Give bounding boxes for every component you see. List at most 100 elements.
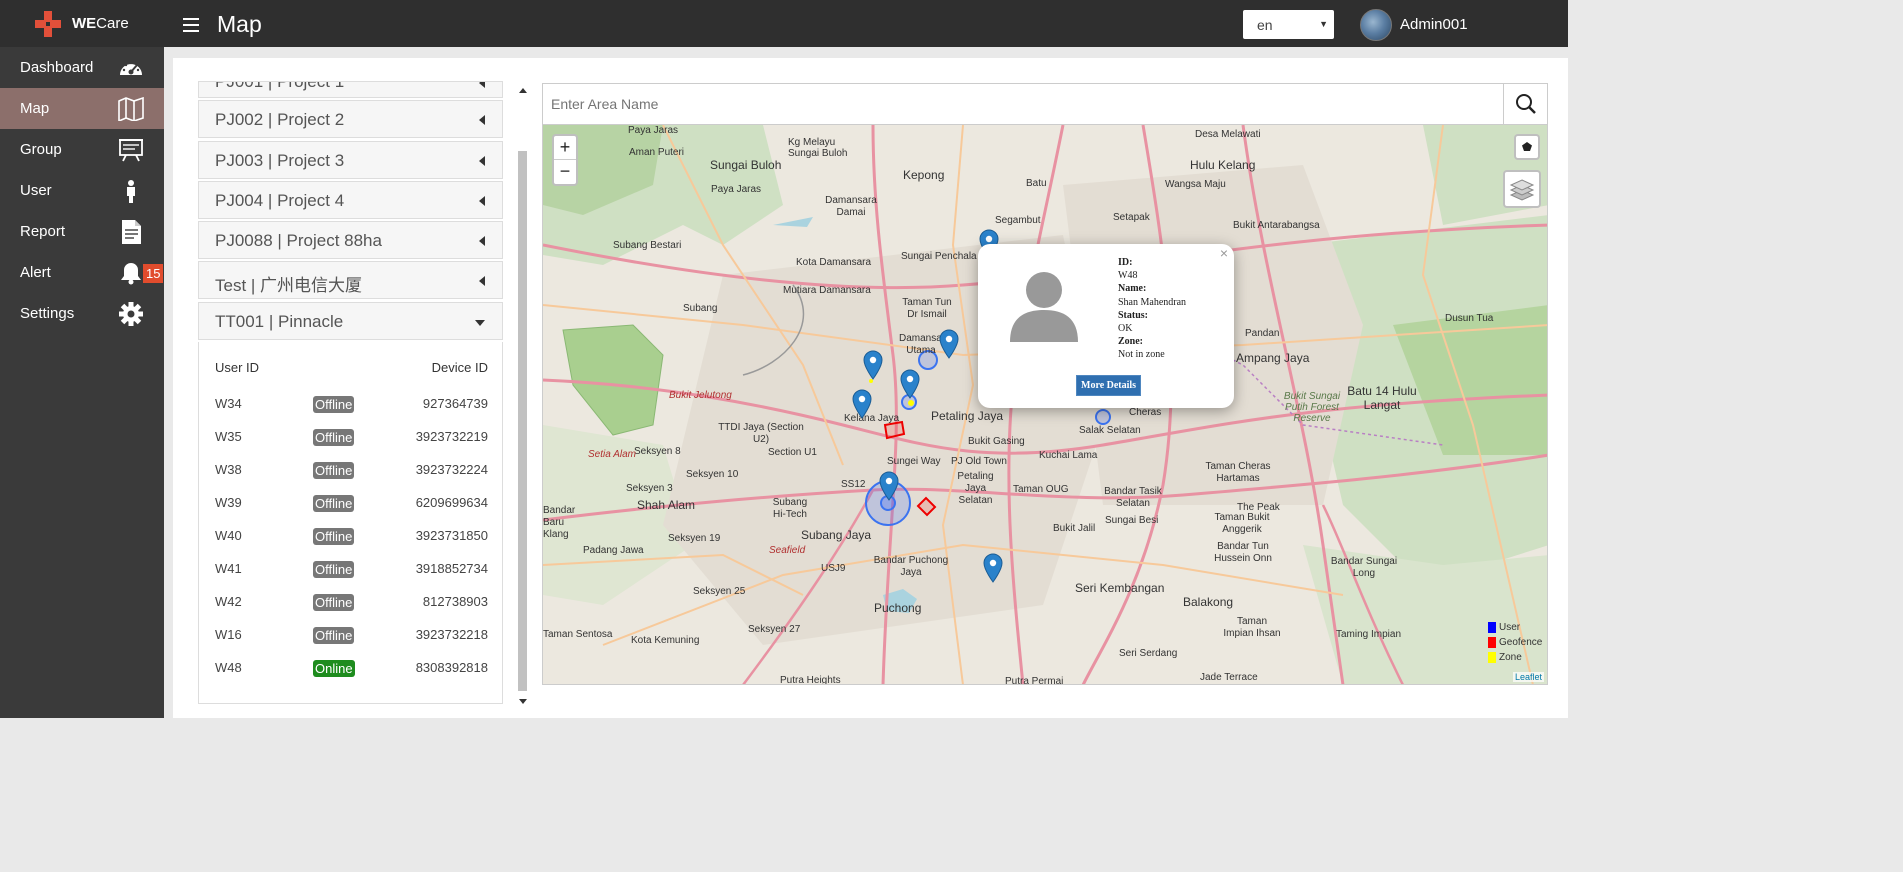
map-label: Seksyen 10 xyxy=(686,469,739,480)
table-row[interactable]: W35 Offline 3923732219 xyxy=(215,424,488,457)
legend-swatch xyxy=(1488,622,1496,633)
status-badge: Offline xyxy=(313,396,355,414)
user-marker-pin-icon[interactable] xyxy=(863,350,883,380)
scrollbar-thumb[interactable] xyxy=(518,151,527,691)
map-label: Seksyen 25 xyxy=(693,586,746,597)
user-marker-pin-icon[interactable] xyxy=(939,329,959,359)
name-value: Shan Mahendran xyxy=(1118,296,1187,308)
table-row[interactable]: W39 Offline 6209699634 xyxy=(215,490,488,523)
map-label: Cheras xyxy=(1129,407,1162,418)
map-label: Setapak xyxy=(1113,212,1150,223)
user-marker-pin-icon[interactable] xyxy=(879,471,899,501)
leaflet-attribution-link[interactable]: Leaflet xyxy=(1512,672,1544,682)
brand[interactable]: WECare xyxy=(0,0,164,47)
map-label: TTDI Jaya (Section U2) xyxy=(718,422,804,445)
hamburger-menu-icon[interactable] xyxy=(183,18,199,32)
user-id: W38 xyxy=(215,462,242,478)
list-scrollbar[interactable] xyxy=(516,81,529,706)
map-label: Damansara Utama xyxy=(899,333,951,356)
caret-left-icon xyxy=(479,276,485,287)
project-item-pj0088[interactable]: PJ0088 | Project 88ha xyxy=(198,221,503,260)
map-label: Seksyen 27 xyxy=(748,624,801,635)
caret-down-icon: ▼ xyxy=(1319,19,1328,29)
table-row[interactable]: W16 Offline 3923732218 xyxy=(215,622,488,655)
id-value: W48 xyxy=(1118,270,1138,282)
layers-icon xyxy=(1509,179,1535,201)
map-label: Mutiara Damansara xyxy=(783,285,871,296)
close-icon[interactable]: × xyxy=(1220,245,1228,261)
map-label: Bandar Baru Klang xyxy=(543,505,576,540)
table-row[interactable]: W34 Offline 927364739 xyxy=(215,391,488,424)
user-placeholder-icon xyxy=(1010,272,1078,342)
map-label: Bukit Antarabangsa xyxy=(1233,220,1320,231)
project-item-tt001[interactable]: TT001 | Pinnacle xyxy=(198,301,503,340)
zone-label: Zone: xyxy=(1118,336,1143,348)
sidebar-item-label: Dashboard xyxy=(20,59,94,76)
map-label: Taman Tun Dr Ismail xyxy=(902,297,952,320)
map-view[interactable]: Paya Jaras Aman Puteri Kg Melayu Sungai … xyxy=(542,125,1548,685)
map-label: Taman Bukit Anggerik xyxy=(1214,512,1270,535)
user-marker-pin-icon[interactable] xyxy=(900,369,920,399)
table-row[interactable]: W40 Offline 3923731850 xyxy=(215,523,488,556)
user-marker-pin-icon[interactable] xyxy=(852,389,872,419)
map-label: Bukit Jelutong xyxy=(669,390,732,401)
map-label: Seksyen 3 xyxy=(626,483,673,494)
map-label: Putra Permai xyxy=(1005,676,1064,685)
table-row[interactable]: W48 Online 8308392818 xyxy=(215,655,488,688)
map-label: Dusun Tua xyxy=(1445,313,1494,324)
user-marker-pin-icon[interactable] xyxy=(983,553,1003,583)
sidebar-item-map[interactable]: Map xyxy=(0,88,164,129)
map-label: Seksyen 19 xyxy=(668,533,721,544)
avatar[interactable] xyxy=(1360,9,1392,41)
project-item-test[interactable]: Test | 广州电信大厦 xyxy=(198,261,503,300)
sidebar-item-settings[interactable]: Settings xyxy=(0,293,164,334)
map-label: Kepong xyxy=(903,168,945,182)
device-id: 3923732219 xyxy=(415,429,488,445)
sidebar-item-dashboard[interactable]: Dashboard xyxy=(0,47,164,88)
sidebar: Dashboard Map Group User Report Alert 15… xyxy=(0,47,164,718)
map-label: Shah Alam xyxy=(637,498,696,512)
language-select[interactable]: en ▼ xyxy=(1243,10,1334,39)
user-id: W39 xyxy=(215,495,242,511)
username[interactable]: Admin001 xyxy=(1400,16,1468,33)
search-button[interactable] xyxy=(1503,84,1547,124)
sidebar-item-alert[interactable]: Alert 15 xyxy=(0,252,164,293)
map-label: Seksyen 8 xyxy=(634,446,681,457)
map-label: Jade Terrace xyxy=(1200,672,1258,683)
map-label: Bukit Jalil xyxy=(1053,523,1096,534)
project-item-pj001[interactable]: PJ001 | Project 1 xyxy=(198,81,503,98)
sidebar-item-group[interactable]: Group xyxy=(0,129,164,170)
sidebar-item-user[interactable]: User xyxy=(0,170,164,211)
draw-polygon-button[interactable] xyxy=(1514,134,1540,160)
map-label: Setia Alam xyxy=(588,449,636,460)
popup-details: ID: W48 Name: Shan Mahendran Status: OK … xyxy=(1118,256,1186,362)
table-row[interactable]: W42 Offline 812738903 xyxy=(215,589,488,622)
map-label: Sungai Buloh xyxy=(710,158,782,172)
project-item-pj002[interactable]: PJ002 | Project 2 xyxy=(198,100,503,139)
project-item-pj004[interactable]: PJ004 | Project 4 xyxy=(198,180,503,219)
search-icon xyxy=(1516,94,1536,114)
zoom-out-button[interactable]: − xyxy=(554,160,576,184)
map-label: Hulu Kelang xyxy=(1190,158,1256,172)
device-table: User ID Device ID W34 Offline 927364739 W3… xyxy=(198,342,503,705)
search-input[interactable] xyxy=(543,84,1505,124)
map-label: Paya Jaras xyxy=(628,125,679,136)
table-row[interactable]: W38 Offline 3923732224 xyxy=(215,457,488,490)
sidebar-item-report[interactable]: Report xyxy=(0,211,164,252)
scroll-up-arrow-icon[interactable] xyxy=(519,88,527,93)
project-item-pj003[interactable]: PJ003 | Project 3 xyxy=(198,140,503,179)
layers-button[interactable] xyxy=(1503,170,1541,208)
gear-icon xyxy=(119,302,143,326)
project-list[interactable]: PJ001 | Project 1 PJ002 | Project 2 PJ00… xyxy=(198,81,503,706)
status-badge: Offline xyxy=(313,528,355,546)
scroll-down-arrow-icon[interactable] xyxy=(519,699,527,704)
map-label: Ampang Jaya xyxy=(1236,351,1310,365)
zoom-in-button[interactable]: + xyxy=(554,136,576,160)
map-label: Batu xyxy=(1026,178,1047,189)
map-label: Bandar Tun Hussein Onn xyxy=(1214,541,1272,564)
device-id: 6209699634 xyxy=(415,495,488,511)
user-id: W40 xyxy=(215,528,242,544)
device-id: 8308392818 xyxy=(415,660,488,676)
more-details-button[interactable]: More Details xyxy=(1076,375,1142,396)
table-row[interactable]: W41 Offline 3918852734 xyxy=(215,556,488,589)
